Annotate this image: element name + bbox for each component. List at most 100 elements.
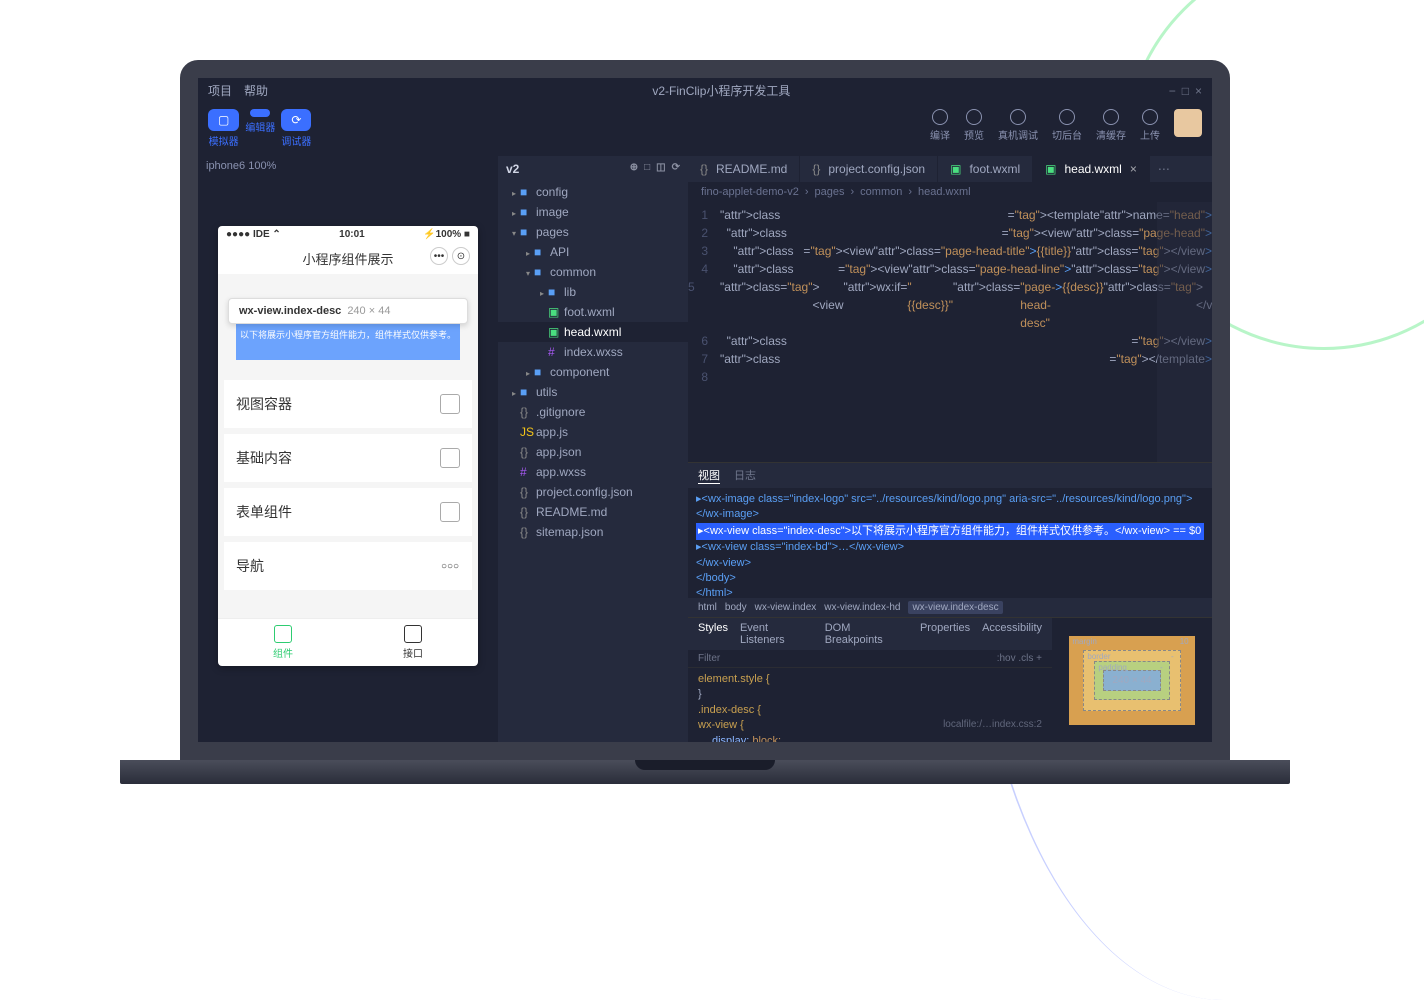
styles-tab[interactable]: Styles (698, 622, 728, 646)
menu-item[interactable]: 帮助 (244, 84, 268, 98)
styles-rules[interactable]: element.style {}.index-desc {</span></di… (688, 668, 1052, 742)
editor-panel: {}README.md{}project.config.json▣foot.wx… (688, 156, 1212, 742)
breadcrumb-item[interactable]: common (860, 186, 902, 198)
element-crumb[interactable]: html (698, 602, 717, 613)
breadcrumb-item[interactable]: head.wxml (918, 186, 971, 198)
css-rule[interactable]: wx-view {localfile:/…index.css:2display:… (698, 718, 1042, 742)
toolbar-action[interactable]: 清缓存 (1096, 109, 1126, 142)
styles-tabs[interactable]: Styles Event Listeners DOM Breakpoints Prop… (688, 618, 1052, 650)
mode-pill[interactable]: ⟳调试器 (281, 109, 311, 148)
tree-node[interactable]: {}app.json (498, 442, 688, 462)
tree-node[interactable]: {}project.config.json (498, 482, 688, 502)
toolbar: ▢模拟器编辑器⟳调试器 编译预览真机调试切后台清缓存上传 (198, 103, 1212, 156)
css-rule[interactable]: element.style {} (698, 672, 1042, 703)
elements-breadcrumb[interactable]: html body wx-view.index wx-view.index-hd wx-… (688, 598, 1212, 617)
tree-node[interactable]: ▾■pages (498, 222, 688, 242)
element-crumb[interactable]: wx-view.index-desc (908, 601, 1002, 614)
elements-tree[interactable]: ▸<wx-image class="index-logo" src="../re… (688, 488, 1212, 598)
tree-node[interactable]: ▸■utils (498, 382, 688, 402)
tree-node[interactable]: ▸■lib (498, 282, 688, 302)
toolbar-action[interactable]: 编译 (930, 109, 950, 142)
tabs-overflow-icon[interactable]: ⋯ (1150, 156, 1178, 182)
capsule-close-icon[interactable]: ⊙ (452, 247, 470, 265)
devtools-tab[interactable]: 视图 (698, 467, 720, 484)
simulator-device-label: iphone6 100% (198, 156, 498, 176)
tree-node[interactable]: {}.gitignore (498, 402, 688, 422)
tree-node[interactable]: ▸■image (498, 202, 688, 222)
element-node: </wx-view> (696, 556, 1204, 571)
css-rule[interactable]: .index-desc {</span></div><div class="pr… (698, 703, 1042, 718)
tree-root-label: v2 (506, 162, 519, 176)
editor-tab[interactable]: {}README.md (688, 156, 800, 182)
list-item[interactable]: 表单组件 (224, 488, 472, 536)
status-signal: ●●●● IDE ⌃ (226, 229, 281, 240)
tree-node[interactable]: ▣foot.wxml (498, 302, 688, 322)
breadcrumb-item[interactable]: fino-applet-demo-v2 (701, 186, 799, 198)
mode-pill[interactable]: 编辑器 (245, 109, 275, 148)
simulator-panel: iphone6 100% ●●●● IDE ⌃ 10:01 ⚡100% ■ 小程… (198, 156, 498, 742)
tree-node[interactable]: ▸■config (498, 182, 688, 202)
status-battery: ⚡100% ■ (423, 229, 470, 240)
tree-node[interactable]: #index.wxss (498, 342, 688, 362)
editor-tab[interactable]: ▣foot.wxml (938, 156, 1033, 182)
styles-tab[interactable]: DOM Breakpoints (825, 622, 908, 646)
breadcrumb-item[interactable]: pages (815, 186, 845, 198)
toolbar-action[interactable]: 上传 (1140, 109, 1160, 142)
devtools-top-tabs[interactable]: 视图日志 (688, 463, 1212, 488)
element-node-selected[interactable]: ▸<wx-view class="index-desc">以下将展示小程序官方组… (696, 523, 1204, 540)
phone-frame: ●●●● IDE ⌃ 10:01 ⚡100% ■ 小程序组件展示 ••• ⊙ (218, 226, 478, 666)
file-explorer[interactable]: v2 ⊕□◫⟳ ▸■config▸■image▾■pages▸■API▾■com… (498, 156, 688, 742)
tree-node[interactable]: #app.wxss (498, 462, 688, 482)
styles-tab[interactable]: Properties (920, 622, 970, 646)
element-crumb[interactable]: wx-view.index (755, 602, 817, 613)
menubar: 项目帮助 v2-FinClip小程序开发工具 −□× (198, 78, 1212, 103)
box-model: margin10 border- padding- 240 × 44 (1052, 618, 1212, 742)
status-time: 10:01 (339, 229, 365, 240)
toolbar-action[interactable]: 切后台 (1052, 109, 1082, 142)
laptop-mockup: 项目帮助 v2-FinClip小程序开发工具 −□× ▢模拟器编辑器⟳调试器 编… (180, 60, 1230, 784)
ide-window: 项目帮助 v2-FinClip小程序开发工具 −□× ▢模拟器编辑器⟳调试器 编… (198, 78, 1212, 742)
code-editor[interactable]: 1"attr">class="tag"><template "attr">nam… (688, 202, 1212, 462)
phone-page-title: 小程序组件展示 (302, 252, 393, 267)
tree-node[interactable]: ▸■API (498, 242, 688, 262)
tree-node[interactable]: JSapp.js (498, 422, 688, 442)
tree-node[interactable]: ▾■common (498, 262, 688, 282)
styles-toggle-group[interactable]: :hov .cls + (997, 653, 1042, 664)
capsule-more-icon[interactable]: ••• (430, 247, 448, 265)
menu-item[interactable]: 项目 (208, 84, 232, 98)
close-icon: × (1130, 162, 1137, 176)
devtools-tab[interactable]: 日志 (734, 467, 756, 484)
tabbar-item[interactable]: 接口 (348, 619, 478, 666)
list-item[interactable]: 导航○○○ (224, 542, 472, 590)
devtools-panel: 视图日志 ▸<wx-image class="index-logo" src="… (688, 462, 1212, 742)
element-crumb[interactable]: body (725, 602, 747, 613)
tree-node[interactable]: {}README.md (498, 502, 688, 522)
element-node: </html> (696, 586, 1204, 598)
mode-pill[interactable]: ▢模拟器 (208, 109, 239, 148)
editor-tab[interactable]: ▣head.wxml× (1033, 156, 1150, 182)
styles-filter-input[interactable]: Filter (698, 653, 720, 664)
element-node[interactable]: ▸<wx-view class="index-bd">…</wx-view> (696, 540, 1204, 555)
editor-tab[interactable]: {}project.config.json (800, 156, 938, 182)
styles-tab[interactable]: Accessibility (982, 622, 1042, 646)
tree-node[interactable]: ▣head.wxml (498, 322, 688, 342)
list-item[interactable]: 视图容器 (224, 380, 472, 428)
toolbar-action[interactable]: 真机调试 (998, 109, 1038, 142)
minimap[interactable] (1157, 202, 1212, 462)
editor-tabs[interactable]: {}README.md{}project.config.json▣foot.wx… (688, 156, 1212, 182)
window-controls[interactable]: −□× (1163, 84, 1202, 98)
tree-node[interactable]: {}sitemap.json (498, 522, 688, 542)
element-crumb[interactable]: wx-view.index-hd (824, 602, 900, 613)
breadcrumb[interactable]: fino-applet-demo-v2›pages›common›head.wx… (688, 182, 1212, 202)
tree-header-actions[interactable]: ⊕□◫⟳ (630, 162, 680, 176)
toolbar-action[interactable]: 预览 (964, 109, 984, 142)
tree-node[interactable]: ▸■component (498, 362, 688, 382)
tabbar-item[interactable]: 组件 (218, 619, 348, 666)
styles-tab[interactable]: Event Listeners (740, 622, 813, 646)
window-title: v2-FinClip小程序开发工具 (652, 82, 790, 99)
inspector-highlight: 以下将展示小程序官方组件能力，组件样式仅供参考。 (236, 324, 460, 360)
element-node: </body> (696, 571, 1204, 586)
element-node[interactable]: ▸<wx-image class="index-logo" src="../re… (696, 492, 1204, 523)
list-item[interactable]: 基础内容 (224, 434, 472, 482)
avatar[interactable] (1174, 109, 1202, 137)
